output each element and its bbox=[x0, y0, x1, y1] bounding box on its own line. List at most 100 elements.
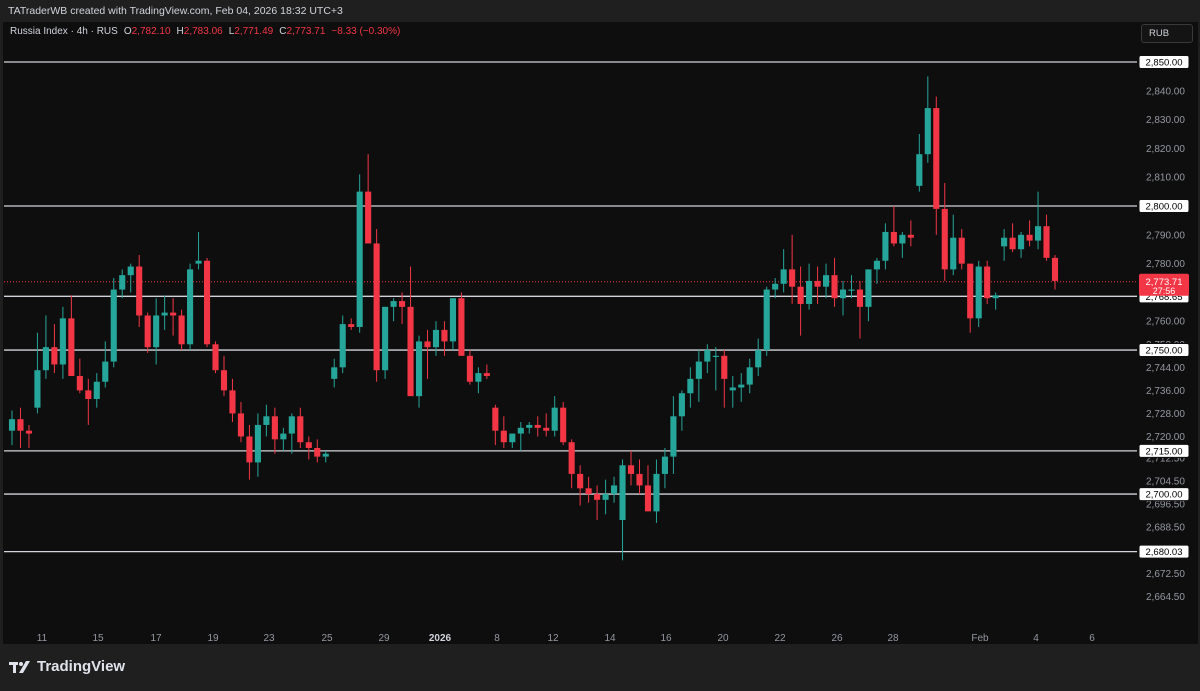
candle-up bbox=[822, 275, 830, 287]
candle-down bbox=[246, 436, 253, 463]
candle-up bbox=[653, 473, 660, 512]
level-price-label: 2,715.00 bbox=[1146, 446, 1183, 457]
candle-up bbox=[619, 465, 626, 520]
candle-up bbox=[1034, 226, 1042, 241]
candle-down bbox=[814, 280, 821, 287]
candle-up bbox=[526, 424, 533, 428]
candle-down bbox=[365, 191, 372, 244]
candle-down bbox=[212, 344, 219, 371]
bar-countdown-label: 27:56 bbox=[1153, 286, 1176, 296]
candle-down bbox=[466, 355, 473, 382]
x-tick-label: 29 bbox=[378, 633, 390, 644]
candle-up bbox=[729, 387, 736, 391]
candle-down bbox=[441, 329, 448, 342]
candle-up bbox=[356, 191, 363, 328]
candle-down bbox=[636, 473, 643, 486]
candle-up bbox=[712, 355, 719, 358]
candle-down bbox=[178, 315, 185, 345]
candle-up bbox=[110, 289, 117, 362]
candle-up bbox=[924, 108, 931, 155]
candle-down bbox=[25, 430, 33, 434]
candle-down bbox=[1009, 237, 1016, 250]
candle-up bbox=[806, 280, 813, 304]
candle-up bbox=[187, 269, 194, 345]
y-tick-label: 2,688.50 bbox=[1146, 523, 1185, 534]
y-tick-label: 2,830.00 bbox=[1146, 115, 1185, 126]
y-tick-label: 2,810.00 bbox=[1146, 173, 1185, 184]
candle-up bbox=[602, 494, 609, 500]
x-tick-label: 16 bbox=[660, 633, 672, 644]
candle-down bbox=[305, 442, 312, 448]
candle-down bbox=[424, 341, 431, 348]
candle-up bbox=[848, 289, 855, 291]
candle-up bbox=[93, 381, 100, 400]
candle-up bbox=[746, 367, 753, 385]
candle-down bbox=[856, 289, 864, 307]
candle-up bbox=[687, 378, 694, 394]
candle-up bbox=[882, 231, 889, 261]
candle-up bbox=[899, 234, 906, 244]
candle-up bbox=[415, 341, 423, 397]
candle-down bbox=[1051, 257, 1059, 281]
candle-down bbox=[407, 306, 414, 397]
x-tick-label: 28 bbox=[887, 633, 899, 644]
candle-down bbox=[203, 260, 211, 345]
candle-up bbox=[670, 416, 677, 457]
y-tick-label: 2,744.00 bbox=[1146, 363, 1185, 374]
candle-down bbox=[933, 108, 940, 209]
y-tick-label: 2,704.50 bbox=[1146, 477, 1185, 488]
candle-down bbox=[585, 488, 592, 495]
candle-down bbox=[907, 234, 914, 238]
brand-text: TradingView bbox=[37, 658, 126, 675]
level-price-label: 2,700.00 bbox=[1146, 490, 1183, 501]
candle-up bbox=[280, 433, 287, 440]
y-tick-label: 2,840.00 bbox=[1146, 86, 1185, 97]
y-tick-label: 2,736.00 bbox=[1146, 386, 1185, 397]
level-price-label: 2,680.03 bbox=[1146, 547, 1183, 558]
candle-up bbox=[449, 298, 456, 342]
candle-down bbox=[458, 298, 465, 356]
candle-down bbox=[721, 355, 728, 379]
candle-up bbox=[8, 419, 16, 431]
y-tick-label: 2,720.00 bbox=[1146, 432, 1185, 443]
x-tick-label: 2026 bbox=[429, 633, 452, 644]
candle-up bbox=[695, 361, 702, 379]
candle-down bbox=[136, 266, 143, 316]
candle-down bbox=[789, 269, 796, 287]
candle-down bbox=[170, 312, 177, 316]
candle-up bbox=[763, 289, 770, 351]
candle-down bbox=[984, 266, 991, 299]
x-tick-label: 25 bbox=[321, 633, 333, 644]
candle-down bbox=[967, 263, 974, 319]
candle-down bbox=[543, 427, 550, 431]
candle-up bbox=[119, 275, 126, 290]
candle-up bbox=[432, 329, 440, 348]
candle-up bbox=[339, 324, 346, 368]
y-tick-label: 2,760.00 bbox=[1146, 317, 1185, 328]
candle-down bbox=[220, 370, 228, 391]
y-tick-label: 2,728.00 bbox=[1146, 409, 1185, 420]
candle-down bbox=[348, 324, 355, 328]
x-tick-label: 8 bbox=[494, 633, 500, 644]
candle-up bbox=[382, 306, 389, 371]
candlestick-chart[interactable]: 2,840.00 2,830.00 2,820.00 2,810.00 2,790.00… bbox=[0, 0, 1200, 691]
footer-bar bbox=[0, 646, 1200, 691]
tradingview-logo[interactable]: TradingView bbox=[9, 658, 125, 675]
candle-up bbox=[509, 433, 516, 443]
candle-down bbox=[577, 473, 584, 489]
candle-down bbox=[890, 231, 897, 244]
candle-up bbox=[517, 427, 524, 434]
level-price-label: 2,850.00 bbox=[1146, 58, 1183, 69]
candle-up bbox=[839, 289, 847, 299]
candle-down bbox=[373, 243, 380, 371]
y-tick-label: 2,696.50 bbox=[1146, 500, 1185, 511]
y-tick-label: 2,820.00 bbox=[1146, 144, 1185, 155]
candle-up bbox=[254, 424, 261, 463]
candle-down bbox=[76, 375, 83, 391]
candle-up bbox=[661, 456, 668, 474]
candle-up bbox=[873, 260, 880, 270]
candle-down bbox=[958, 237, 965, 264]
candle-down bbox=[51, 347, 58, 365]
candle-up bbox=[865, 269, 872, 307]
x-tick-label: 4 bbox=[1033, 633, 1039, 644]
